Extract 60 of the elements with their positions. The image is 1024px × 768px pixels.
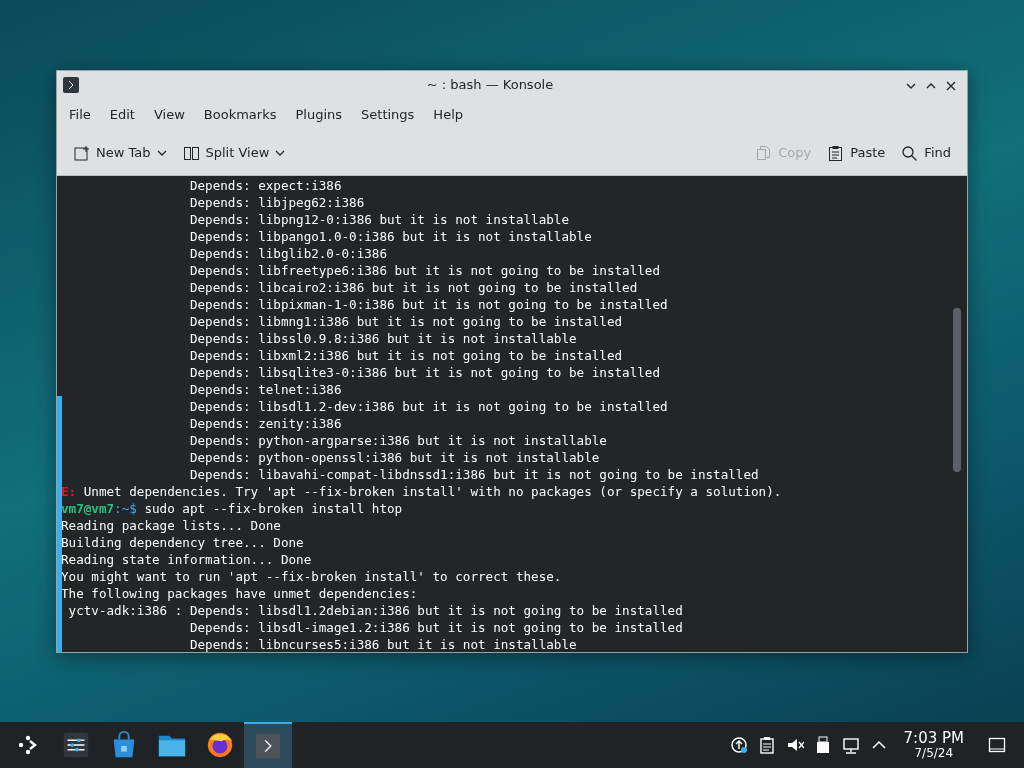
terminal-line: Reading package lists... Done: [61, 517, 282, 534]
terminal-line: Depends: libncurses5:i386 but it is not installable: [188, 636, 578, 652]
terminal-line: Depends: libglib2.0-0:i386: [188, 245, 389, 262]
terminal-line: Depends: libssl0.9.8:i386 but it is not installable: [188, 330, 578, 347]
menu-item[interactable]: Settings: [353, 103, 423, 127]
terminal-line: Depends: libpango1.0-0:i386 but it is not installable: [188, 228, 593, 245]
toolbar-button[interactable]: Paste: [819, 139, 894, 167]
error-line: E: Unmet dependencies. Try 'apt --fix-broken install' with no packages (or specify a solution).: [61, 483, 783, 500]
toolbar-button[interactable]: New Tab: [65, 139, 175, 167]
prompt-line: vm7@vm7:~$ sudo apt --fix-broken install htop: [61, 500, 404, 517]
window-title: ~ : bash — Konsole: [425, 76, 555, 95]
update-icon[interactable]: [729, 736, 748, 754]
menu-item[interactable]: Plugins: [287, 103, 351, 127]
terminal-line: Depends: libxml2:i386 but it is not going to be installed: [188, 347, 624, 364]
caret-icon: [156, 149, 167, 157]
terminal-line: Depends: libmng1:i386 but it is not going to be installed: [188, 313, 624, 330]
terminal-line: Depends: libjpeg62:i386: [188, 194, 366, 211]
terminal-icon: [63, 77, 79, 93]
menu-item[interactable]: View: [145, 103, 193, 127]
terminal-line: The following packages have unmet dependencies:: [61, 585, 419, 602]
terminal-line: Depends: libpixman-1-0:i386 but it is not going to be installed: [188, 296, 669, 313]
terminal-line: yctv-adk:i386 : Depends: libsdl1.2debian:i386 but it is not going to be installed: [67, 602, 684, 619]
split-view-icon: [182, 144, 200, 162]
terminal-line: Depends: python-openssl:i386 but it is not installable: [188, 449, 601, 466]
terminal-line: Depends: telnet:i386: [188, 381, 343, 398]
terminal-line: Building dependency tree... Done: [61, 534, 305, 551]
browser-icon: [205, 730, 235, 760]
menu-item[interactable]: File: [61, 103, 99, 127]
clipboard-icon[interactable]: [757, 736, 776, 754]
menu-item[interactable]: Help: [425, 103, 471, 127]
terminal-line: Depends: libcairo2:i386 but it is not going to be installed: [188, 279, 639, 296]
copy-icon: [755, 144, 773, 162]
terminal-line: Depends: libpng12-0:i386 but it is not installable: [188, 211, 570, 228]
network-icon[interactable]: [841, 736, 860, 754]
close-icon: [945, 79, 957, 92]
scrollbar[interactable]: [953, 308, 961, 472]
caret-icon: [275, 149, 286, 157]
terminal-line: Depends: libavahi-compat-libdnssd1:i386 but it is not going to be installed: [188, 466, 760, 483]
terminal-line: Depends: libfreetype6:i386 but it is not going to be installed: [188, 262, 661, 279]
terminal-line: Reading state information... Done: [61, 551, 313, 568]
menu-item[interactable]: Bookmarks: [195, 103, 285, 127]
terminal-line: Depends: libsqlite3-0:i386 but it is not going to be installed: [188, 364, 661, 381]
terminal-icon: [253, 731, 283, 761]
terminal-line: You might want to run 'apt --fix-broken install' to correct these.: [61, 568, 563, 585]
clock-time: 7:03 PM: [903, 730, 964, 747]
toolbar-button[interactable]: Split View: [174, 139, 294, 167]
terminal-line: Depends: libsdl1.2-dev:i386 but it is not going to be installed: [188, 398, 669, 415]
speaker-muted-icon[interactable]: [785, 736, 804, 754]
toolbar-button[interactable]: Find: [893, 139, 959, 167]
terminal-line: Depends: zenity:i386: [188, 415, 343, 432]
terminal-line: Depends: libsdl-image1.2:i386 but it is not going to be installed: [188, 619, 684, 636]
new-tab-icon: [73, 144, 90, 162]
clock-date: 7/5/24: [914, 746, 954, 760]
clipboard-icon: [827, 144, 845, 162]
terminal-line: Depends: expect:i386: [188, 177, 343, 194]
show-desktop-icon[interactable]: [988, 736, 1006, 754]
settings-icon: [61, 730, 91, 760]
search-icon: [901, 144, 919, 162]
terminal-line: Depends: python-argparse:i386 but it is not installable: [188, 432, 608, 449]
menu-item[interactable]: Edit: [101, 103, 143, 127]
